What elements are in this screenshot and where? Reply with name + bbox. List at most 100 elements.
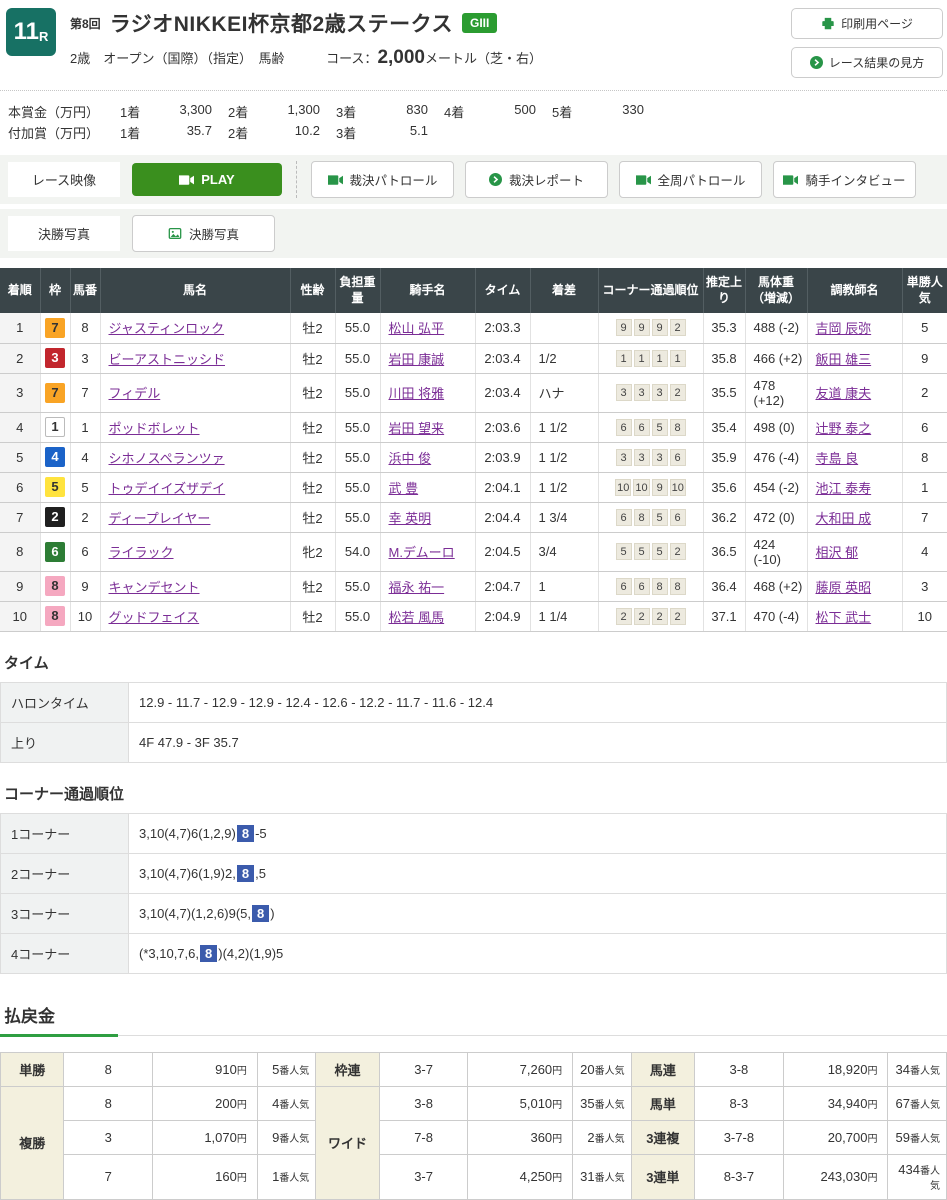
trainer-link[interactable]: 藤原 英昭 xyxy=(816,580,872,595)
carried-weight: 55.0 xyxy=(335,343,380,373)
bracket-number: 2 xyxy=(45,507,65,527)
column-header: 馬番 xyxy=(70,268,100,313)
trainer-cell: 辻野 泰之 xyxy=(807,412,902,442)
payout-combination: 8 xyxy=(64,1086,153,1120)
finish-photo-button[interactable]: 決勝写真 xyxy=(132,215,275,252)
horse-name-link[interactable]: キャンデセント xyxy=(109,580,200,595)
carried-weight: 55.0 xyxy=(335,571,380,601)
jockey-link[interactable]: 松若 風馬 xyxy=(389,610,445,625)
results-guide-button[interactable]: レース結果の見方 xyxy=(791,47,943,78)
carried-weight: 55.0 xyxy=(335,412,380,442)
payout-amount: 20,700円 xyxy=(783,1120,888,1154)
page-title: ラジオNIKKEI杯京都2歳ステークス xyxy=(110,8,453,38)
horse-number: 6 xyxy=(70,532,100,571)
finish-photo-button-label: 決勝写真 xyxy=(189,224,239,243)
corner-position: 3 xyxy=(616,384,632,401)
horse-name-link[interactable]: グッドフェイス xyxy=(109,610,200,625)
horse-name-cell: ビーアストニッシド xyxy=(100,343,290,373)
horse-weight: 488 (-2) xyxy=(745,313,807,343)
trainer-link[interactable]: 吉岡 辰弥 xyxy=(816,321,872,336)
horse-name-link[interactable]: ディープレイヤー xyxy=(109,511,211,526)
corner-position: 2 xyxy=(670,543,686,560)
payout-amount: 360円 xyxy=(468,1120,573,1154)
corner-position: 2 xyxy=(634,608,650,625)
jockey-link[interactable]: 川田 将雅 xyxy=(389,386,445,401)
win-popularity: 7 xyxy=(902,502,947,532)
trainer-cell: 藤原 英昭 xyxy=(807,571,902,601)
finish-position: 4 xyxy=(0,412,40,442)
corner-row: 3コーナー3,10(4,7)(1,2,6)9(5,8) xyxy=(1,893,947,933)
jockey-link[interactable]: 松山 弘平 xyxy=(389,321,445,336)
play-button[interactable]: PLAY xyxy=(132,163,282,196)
trainer-link[interactable]: 辻野 泰之 xyxy=(816,421,872,436)
corner-position: 3 xyxy=(634,384,650,401)
corner-row-label: 2コーナー xyxy=(1,853,129,893)
payout-table: 単勝8910円5番人気枠連3-77,260円20番人気馬連3-818,920円3… xyxy=(0,1052,947,1200)
payout-amount: 200円 xyxy=(153,1086,258,1120)
corner-row-value: (*3,10,7,6,8)(4,2)(1,9)5 xyxy=(129,933,947,973)
sex-age: 牡2 xyxy=(290,373,335,412)
trainer-link[interactable]: 飯田 雄三 xyxy=(816,352,872,367)
jockey-link[interactable]: 幸 英明 xyxy=(389,511,432,526)
trainer-link[interactable]: 池江 泰寿 xyxy=(816,481,872,496)
margin: 1/2 xyxy=(530,343,598,373)
jockey-link[interactable]: 岩田 望来 xyxy=(389,421,445,436)
media-button[interactable]: 騎手インタビュー xyxy=(773,161,916,198)
payout-bet-type: 3連単 xyxy=(631,1154,694,1199)
corner-position: 1 xyxy=(652,350,668,367)
media-button[interactable]: 裁決レポート xyxy=(465,161,608,198)
results-guide-label: レース結果の見方 xyxy=(829,54,924,71)
currency-suffix: 円 xyxy=(552,1066,562,1077)
prize-item: 1着3,300 xyxy=(120,102,228,121)
horse-name-link[interactable]: シホノスペランツァ xyxy=(109,451,225,466)
horse-name-link[interactable]: ジャスティンロック xyxy=(109,321,225,336)
sex-age: 牡2 xyxy=(290,412,335,442)
jockey-link[interactable]: 福永 祐一 xyxy=(389,580,445,595)
print-page-button[interactable]: 印刷用ページ xyxy=(791,8,943,39)
carried-weight: 55.0 xyxy=(335,373,380,412)
trainer-cell: 大和田 成 xyxy=(807,502,902,532)
sex-age: 牡2 xyxy=(290,343,335,373)
media-button[interactable]: 裁決パトロール xyxy=(311,161,454,198)
media-button[interactable]: 全周パトロール xyxy=(619,161,762,198)
jockey-link[interactable]: 岩田 康誠 xyxy=(389,352,445,367)
corner-row-value: 3,10(4,7)(1,2,6)9(5,8) xyxy=(129,893,947,933)
last-3f-time: 35.5 xyxy=(703,373,745,412)
horse-name-link[interactable]: ライラック xyxy=(109,545,174,560)
time-section-heading: タイム xyxy=(0,652,947,673)
payout-combination: 3-8 xyxy=(379,1086,468,1120)
trainer-cell: 池江 泰寿 xyxy=(807,472,902,502)
jockey-link[interactable]: 浜中 俊 xyxy=(389,451,432,466)
corner-position: 6 xyxy=(616,578,632,595)
trainer-link[interactable]: 寺島 良 xyxy=(816,451,859,466)
jockey-link[interactable]: 武 豊 xyxy=(389,481,419,496)
payout-bet-type: 単勝 xyxy=(1,1052,64,1086)
sex-age: 牡2 xyxy=(290,313,335,343)
results-table: 着順枠馬番馬名性齢負担重量騎手名タイム着差コーナー通過順位推定上り馬体重（増減）… xyxy=(0,268,947,632)
horse-name-cell: ジャスティンロック xyxy=(100,313,290,343)
trainer-link[interactable]: 大和田 成 xyxy=(816,511,872,526)
time-row-label: 上り xyxy=(1,722,129,762)
popularity-suffix: 番人気 xyxy=(595,1066,625,1077)
results-header-row: 着順枠馬番馬名性齢負担重量騎手名タイム着差コーナー通過順位推定上り馬体重（増減）… xyxy=(0,268,947,313)
jockey-link[interactable]: M.デムーロ xyxy=(389,545,455,560)
horse-name-link[interactable]: ビーアストニッシド xyxy=(109,352,225,367)
horse-name-link[interactable]: フィデル xyxy=(109,386,161,401)
corner-order-cell: 3336 xyxy=(598,442,703,472)
corner-order-pre: (*3,10,7,6, xyxy=(139,946,199,961)
corner-position: 2 xyxy=(652,608,668,625)
trainer-link[interactable]: 相沢 郁 xyxy=(816,545,859,560)
payout-row: 31,070円9番人気7-8360円2番人気3連複3-7-820,700円59番… xyxy=(1,1120,947,1154)
popularity-suffix: 番人気 xyxy=(279,1173,309,1184)
trainer-link[interactable]: 友道 康夫 xyxy=(816,386,872,401)
trainer-link[interactable]: 松下 武士 xyxy=(816,610,872,625)
win-popularity: 9 xyxy=(902,343,947,373)
column-header: 推定上り xyxy=(703,268,745,313)
horse-name-link[interactable]: ポッドボレット xyxy=(109,421,200,436)
jockey-cell: 浜中 俊 xyxy=(380,442,475,472)
race-video-bar: レース映像 PLAY 裁決パトロール裁決レポート全周パトロール騎手インタビュー xyxy=(0,155,947,204)
corner-row: 1コーナー3,10(4,7)6(1,2,9)8-5 xyxy=(1,813,947,853)
horse-name-link[interactable]: トゥデイイズザデイ xyxy=(109,481,226,496)
bracket-cell: 4 xyxy=(40,442,70,472)
trainer-cell: 飯田 雄三 xyxy=(807,343,902,373)
